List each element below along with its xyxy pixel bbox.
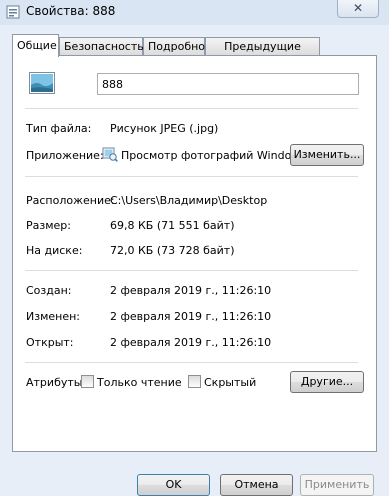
window-title: Свойства: 888 <box>26 4 116 18</box>
ok-button[interactable]: OK <box>137 474 210 496</box>
tab-general[interactable]: Общие <box>12 34 59 57</box>
apply-button[interactable]: Применить <box>300 474 374 496</box>
attributes-label: Атрибуты: <box>26 376 87 389</box>
hidden-label[interactable]: Скрытый <box>204 376 256 389</box>
modified-label: Изменен: <box>26 310 81 323</box>
advanced-attributes-button[interactable]: Другие... <box>290 371 364 393</box>
jpeg-image-icon <box>29 72 55 94</box>
photo-viewer-icon <box>102 147 118 162</box>
readonly-label[interactable]: Только чтение <box>97 376 182 389</box>
modified-value: 2 февраля 2019 г., 11:26:10 <box>110 310 272 323</box>
location-value: C:\Users\Владимир\Desktop <box>110 194 268 207</box>
location-label: Расположение: <box>26 194 115 207</box>
accessed-value: 2 февраля 2019 г., 11:26:10 <box>110 336 272 349</box>
size-on-disk-value: 72,0 КБ (73 728 байт) <box>110 244 235 257</box>
tab-label: Подробно <box>148 40 206 53</box>
readonly-checkbox[interactable] <box>81 375 94 388</box>
properties-window: Свойства: 888 ✕ Общие Безопасность Подро… <box>0 0 389 496</box>
file-type-label: Тип файла: <box>26 122 92 135</box>
tab-previous-versions[interactable]: Предыдущие версии <box>205 37 320 71</box>
properties-icon <box>6 5 20 19</box>
separator <box>25 362 358 363</box>
tab-label: Безопасность <box>64 40 144 53</box>
application-label: Приложение: <box>26 149 104 162</box>
title-bar[interactable]: Свойства: 888 ✕ <box>0 0 389 25</box>
separator <box>25 108 358 109</box>
created-label: Создан: <box>26 284 72 297</box>
size-on-disk-label: На диске: <box>26 244 83 257</box>
size-value: 69,8 КБ (71 551 байт) <box>110 219 235 232</box>
file-name-field[interactable] <box>97 73 359 95</box>
accessed-label: Открыт: <box>26 336 74 349</box>
application-value: Просмотр фотографий Windows <box>121 149 307 162</box>
separator <box>25 176 358 177</box>
change-app-button[interactable]: Изменить... <box>290 144 364 166</box>
created-value: 2 февраля 2019 г., 11:26:10 <box>110 284 272 297</box>
close-icon: ✕ <box>352 1 364 15</box>
separator <box>25 270 358 271</box>
hidden-checkbox[interactable] <box>188 375 201 388</box>
size-label: Размер: <box>26 219 71 232</box>
tab-details[interactable]: Подробно <box>143 37 205 55</box>
close-button[interactable]: ✕ <box>337 0 379 18</box>
cancel-button[interactable]: Отмена <box>220 474 293 496</box>
tab-security[interactable]: Безопасность <box>59 37 144 55</box>
tab-label: Общие <box>17 39 57 52</box>
file-type-value: Рисунок JPEG (.jpg) <box>110 122 219 135</box>
